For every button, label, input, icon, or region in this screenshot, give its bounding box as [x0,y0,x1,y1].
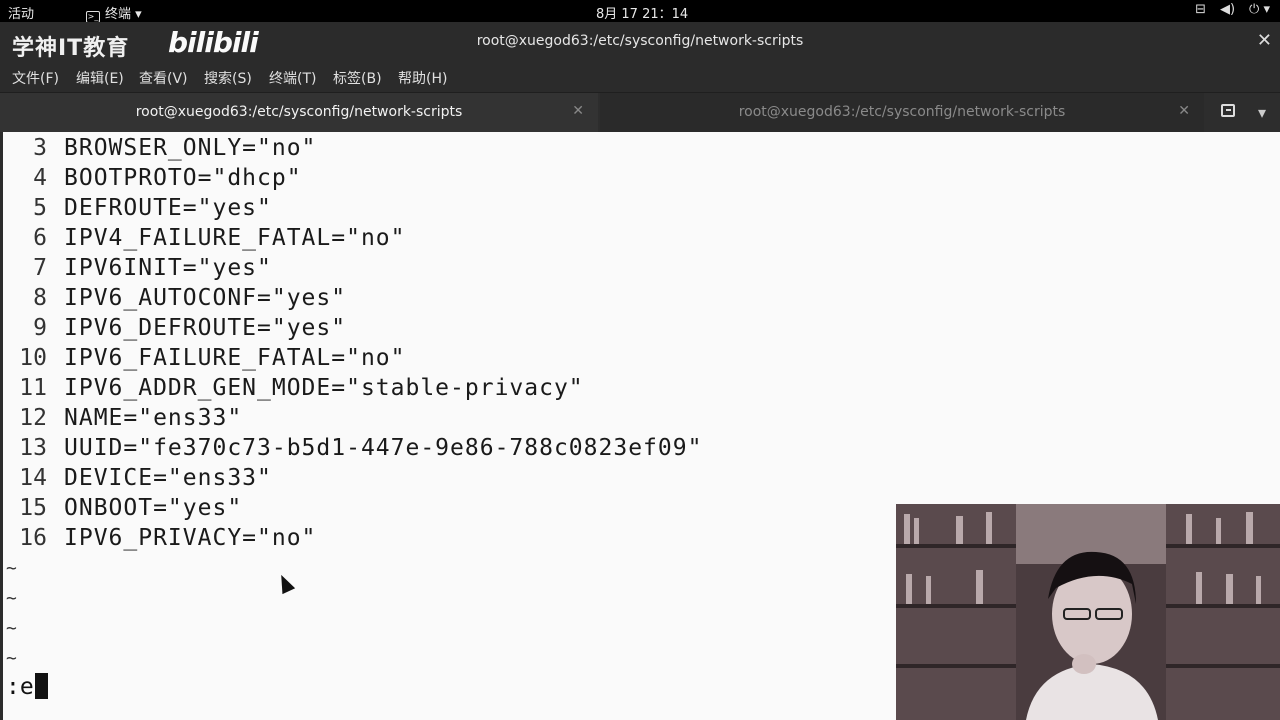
line-text: BOOTPROTO="dhcp" [64,165,302,191]
tab-label: root@xuegod63:/etc/sysconfig/network-scr… [135,104,463,120]
menu-terminal[interactable]: 终端(T) [269,68,316,88]
line-number: 7 [33,255,47,281]
system-top-bar: 活动 >_ 终端 ▾ 8月 17 21：14 ⊟ ◀) ⏻ ▾ [0,0,1280,23]
line-number: 11 [19,375,47,401]
line-text: IPV4_FAILURE_FATAL="no" [64,225,406,251]
line-text: DEVICE="ens33" [64,465,272,491]
menu-help[interactable]: 帮助(H) [398,68,447,88]
menu-view[interactable]: 查看(V) [139,68,188,88]
window-titlebar[interactable]: 学神IT教育 bilibili root@xuegod63:/etc/sysco… [0,22,1280,62]
webcam-overlay [896,504,1280,720]
line-text: ONBOOT="yes" [64,495,243,521]
app-name: 终端 [105,7,132,22]
chevron-down-icon: ▾ [135,7,142,22]
line-text: IPV6_ADDR_GEN_MODE="stable-privacy" [64,375,584,401]
tab-terminal-2[interactable]: root@xuegod63:/etc/sysconfig/network-scr… [600,93,1204,133]
line-text: IPV6_AUTOCONF="yes" [64,285,347,311]
line-number: 16 [19,525,47,551]
line-text: UUID="fe370c73-b5d1-447e-9e86-788c0823ef… [64,435,703,461]
network-icon[interactable]: ⊟ [1195,2,1206,17]
line-text: BROWSER_ONLY="no" [64,135,317,161]
power-icon[interactable]: ⏻ ▾ [1249,2,1270,17]
menu-file[interactable]: 文件(F) [12,68,59,88]
line-number: 12 [19,405,47,431]
menu-tabs[interactable]: 标签(B) [333,68,382,88]
text-cursor [34,673,48,699]
menu-bar: 文件(F) 编辑(E) 查看(V) 搜索(S) 终端(T) 标签(B) 帮助(H… [0,62,1280,92]
line-text: IPV6_FAILURE_FATAL="no" [64,345,406,371]
window-title: root@xuegod63:/etc/sysconfig/network-scr… [476,33,804,49]
line-number: 8 [33,285,47,311]
line-number: 3 [33,135,47,161]
tab-terminal-1[interactable]: root@xuegod63:/etc/sysconfig/network-scr… [0,93,598,135]
empty-line-marker: ~ [6,618,17,639]
menu-search[interactable]: 搜索(S) [204,68,252,88]
command-text: :e [6,674,34,700]
line-text: IPV6_PRIVACY="no" [64,525,317,551]
line-text: DEFROUTE="yes" [64,195,272,221]
tab-bar: root@xuegod63:/etc/sysconfig/network-scr… [0,92,1280,135]
status-area[interactable]: ⊟ ◀) ⏻ ▾ [1195,2,1270,17]
line-text: IPV6INIT="yes" [64,255,272,281]
tab-label: root@xuegod63:/etc/sysconfig/network-scr… [738,104,1066,120]
volume-icon[interactable]: ◀) [1220,2,1235,17]
close-icon[interactable]: ✕ [572,103,584,119]
activities-button[interactable]: 活动 [8,3,34,22]
new-tab-icon[interactable] [1221,104,1235,117]
menu-edit[interactable]: 编辑(E) [76,68,124,88]
clock[interactable]: 8月 17 21：14 [596,3,688,22]
line-text: NAME="ens33" [64,405,243,431]
empty-line-marker: ~ [6,648,17,669]
app-menu-button[interactable]: >_ 终端 ▾ [86,3,142,23]
close-icon[interactable]: ✕ [1178,103,1190,119]
line-number: 14 [19,465,47,491]
empty-line-marker: ~ [6,588,17,609]
line-number: 6 [33,225,47,251]
line-text: IPV6_DEFROUTE="yes" [64,315,347,341]
presenter-video-image [896,504,1280,720]
chevron-down-icon[interactable]: ▾ [1258,103,1266,122]
empty-line-marker: ~ [6,558,17,579]
line-number: 10 [19,345,47,371]
close-icon[interactable]: ✕ [1257,30,1272,51]
line-number: 15 [19,495,47,521]
line-number: 5 [33,195,47,221]
line-number: 13 [19,435,47,461]
line-number: 9 [33,315,47,341]
line-number: 4 [33,165,47,191]
vim-command-line[interactable]: :e [6,672,48,702]
